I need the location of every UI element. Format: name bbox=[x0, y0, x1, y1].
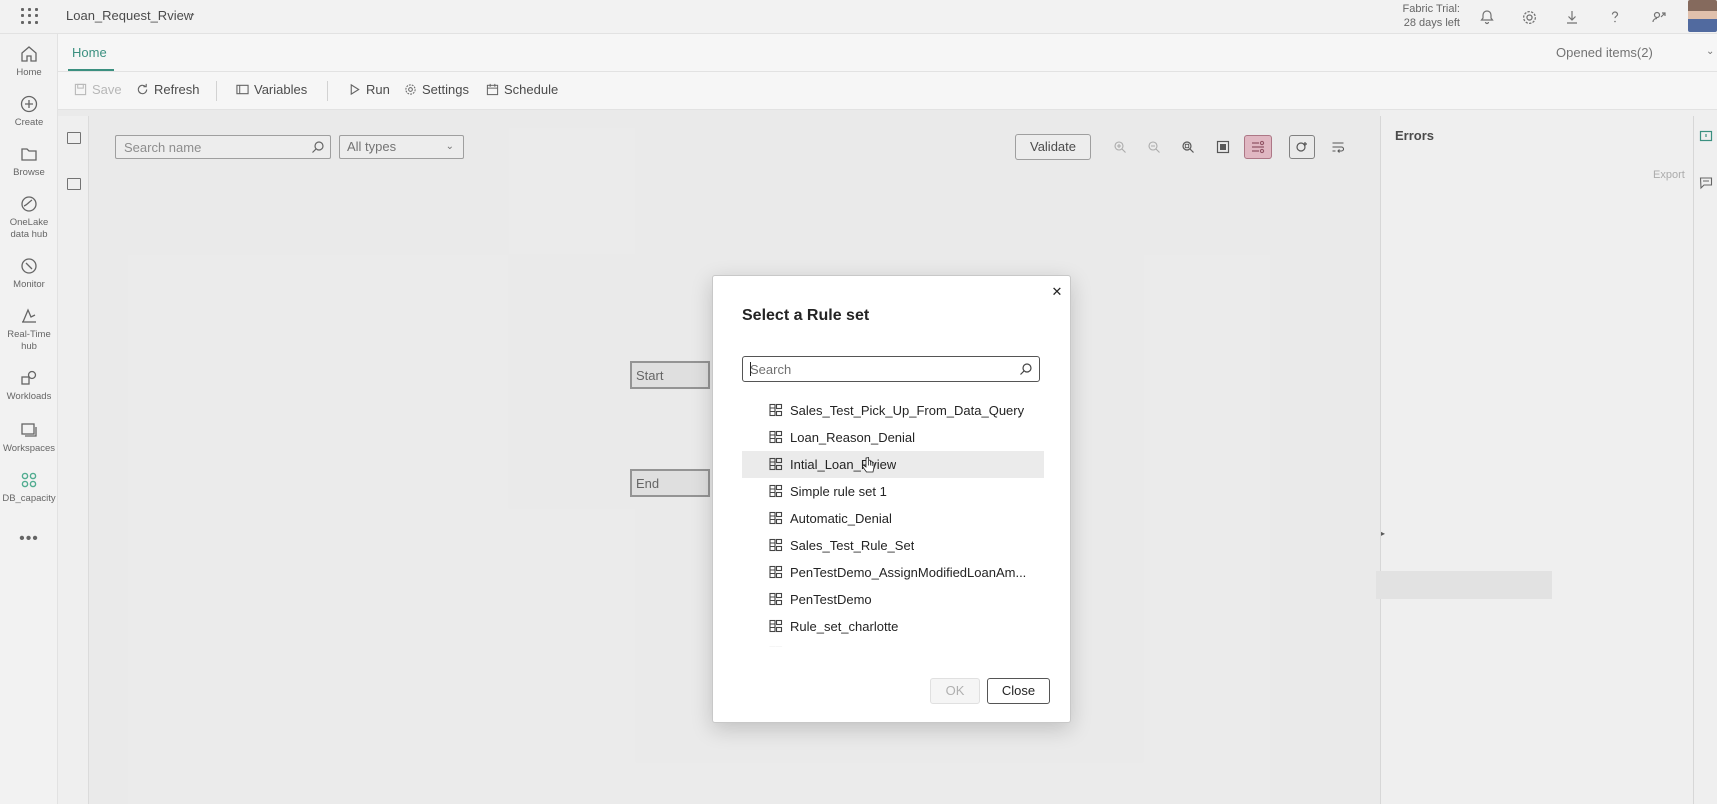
rule-set-list[interactable]: Sales_Test_Pick_Up_From_Data_Query Loan_R… bbox=[742, 397, 1044, 647]
rule-set-icon bbox=[769, 565, 783, 579]
mouse-cursor-icon bbox=[862, 457, 875, 473]
search-icon bbox=[1020, 363, 1032, 375]
rule-set-item[interactable]: PenTestDemo_AssignModifiedLoanAm... bbox=[742, 559, 1044, 586]
close-button[interactable]: Close bbox=[987, 678, 1050, 704]
rule-set-item-label: PenTestDemo_AssignModifiedLoanAm... bbox=[790, 565, 1027, 580]
rule-set-item-label: Rule_set_charlotte bbox=[790, 619, 899, 634]
text-caret bbox=[750, 362, 751, 376]
rule-set-item-label: Automatic_Denial bbox=[790, 511, 892, 526]
rule-set-item-partial[interactable] bbox=[742, 640, 1044, 647]
rule-set-item-label: Sales_Test_Rule_Set bbox=[790, 538, 915, 553]
rule-set-item[interactable]: Intial_Loan_Rview bbox=[742, 451, 1044, 478]
close-icon[interactable]: ✕ bbox=[1049, 284, 1065, 300]
rule-set-item-label: Intial_Loan_Rview bbox=[790, 457, 897, 472]
rule-set-item[interactable]: Simple rule set 1 bbox=[742, 478, 1044, 505]
rule-set-icon bbox=[769, 430, 783, 444]
rule-set-search-input[interactable] bbox=[743, 357, 1013, 381]
rule-set-icon bbox=[769, 646, 783, 647]
rule-set-item[interactable]: Automatic_Denial bbox=[742, 505, 1044, 532]
rule-set-search-field[interactable] bbox=[742, 356, 1040, 382]
rule-set-item[interactable]: Loan_Reason_Denial bbox=[742, 424, 1044, 451]
rule-set-icon bbox=[769, 538, 783, 552]
select-rule-set-dialog: ✕ Select a Rule set Sales_Test_Pick_Up_F… bbox=[712, 275, 1071, 723]
rule-set-icon bbox=[769, 619, 783, 633]
rule-set-item[interactable]: Sales_Test_Pick_Up_From_Data_Query bbox=[742, 397, 1044, 424]
rule-set-item[interactable]: Sales_Test_Rule_Set bbox=[742, 532, 1044, 559]
ok-button[interactable]: OK bbox=[930, 678, 980, 704]
rule-set-icon bbox=[769, 403, 783, 417]
rule-set-item-label: Loan_Reason_Denial bbox=[790, 430, 916, 445]
rule-set-icon bbox=[769, 457, 783, 471]
dialog-title: Select a Rule set bbox=[742, 307, 870, 324]
rule-set-item-label: PenTestDemo bbox=[790, 592, 872, 607]
rule-set-item-label: Sales_Test_Pick_Up_From_Data_Query bbox=[790, 403, 1025, 418]
rule-set-item[interactable]: Rule_set_charlotte bbox=[742, 613, 1044, 640]
rule-set-icon bbox=[769, 484, 783, 498]
rule-set-item-label: Simple rule set 1 bbox=[790, 484, 887, 499]
rule-set-item[interactable]: PenTestDemo bbox=[742, 586, 1044, 613]
rule-set-icon bbox=[769, 511, 783, 525]
rule-set-icon bbox=[769, 592, 783, 606]
